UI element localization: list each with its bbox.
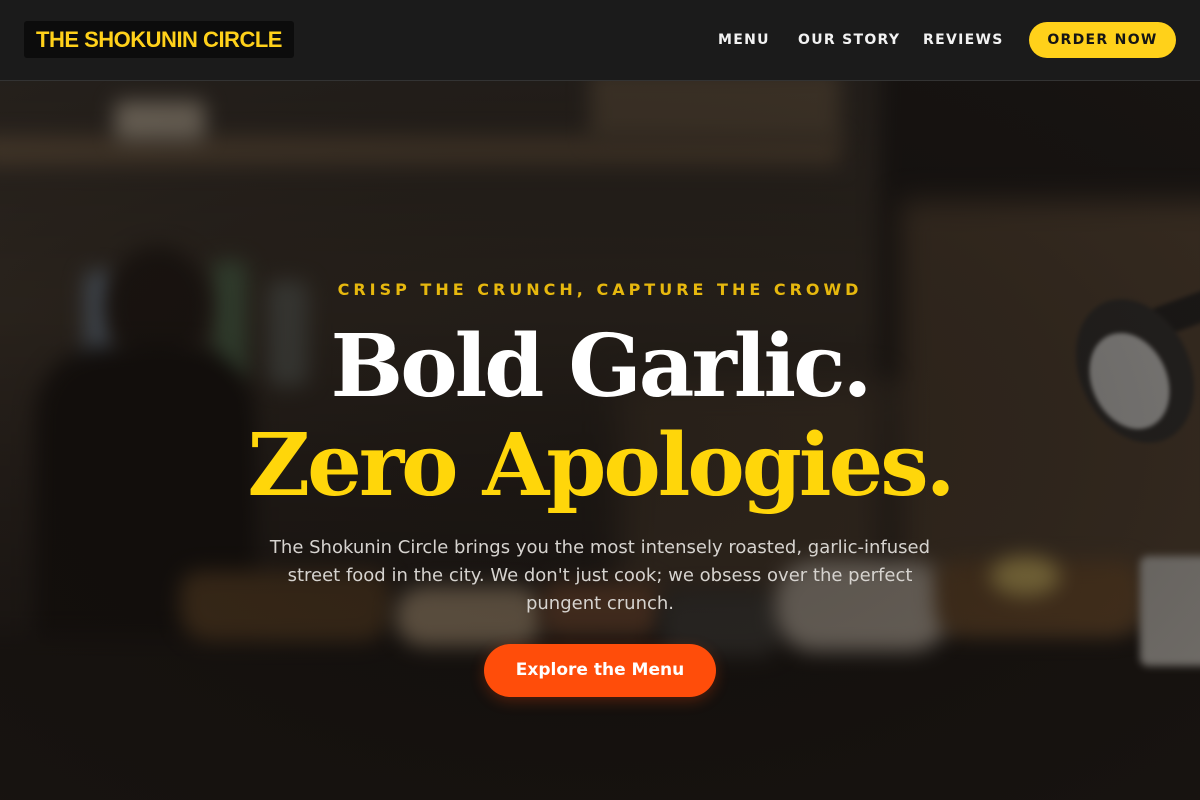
brand-logo[interactable]: THE SHOKUNIN CIRCLE [24, 21, 294, 58]
nav-link-our-story[interactable]: OUR STORY [798, 31, 900, 49]
nav-link-menu[interactable]: MENU [718, 31, 770, 49]
landing-page: THE SHOKUNIN CIRCLE MENU OUR STORY REVIE… [0, 0, 1200, 800]
nav-link-reviews[interactable]: REVIEWS [923, 31, 1004, 49]
explore-menu-button[interactable]: Explore the Menu [484, 644, 716, 697]
order-now-button[interactable]: ORDER NOW [1029, 22, 1176, 58]
hero-description: The Shokunin Circle brings you the most … [269, 537, 931, 614]
hero-headline-line-1: Bold Garlic. [330, 316, 873, 417]
hero-headline-line-2: Zero Apologies. [247, 415, 955, 516]
site-header: THE SHOKUNIN CIRCLE MENU OUR STORY REVIE… [0, 0, 1200, 81]
hero-eyebrow: CRISP THE CRUNCH, CAPTURE THE CROWD [337, 280, 863, 299]
